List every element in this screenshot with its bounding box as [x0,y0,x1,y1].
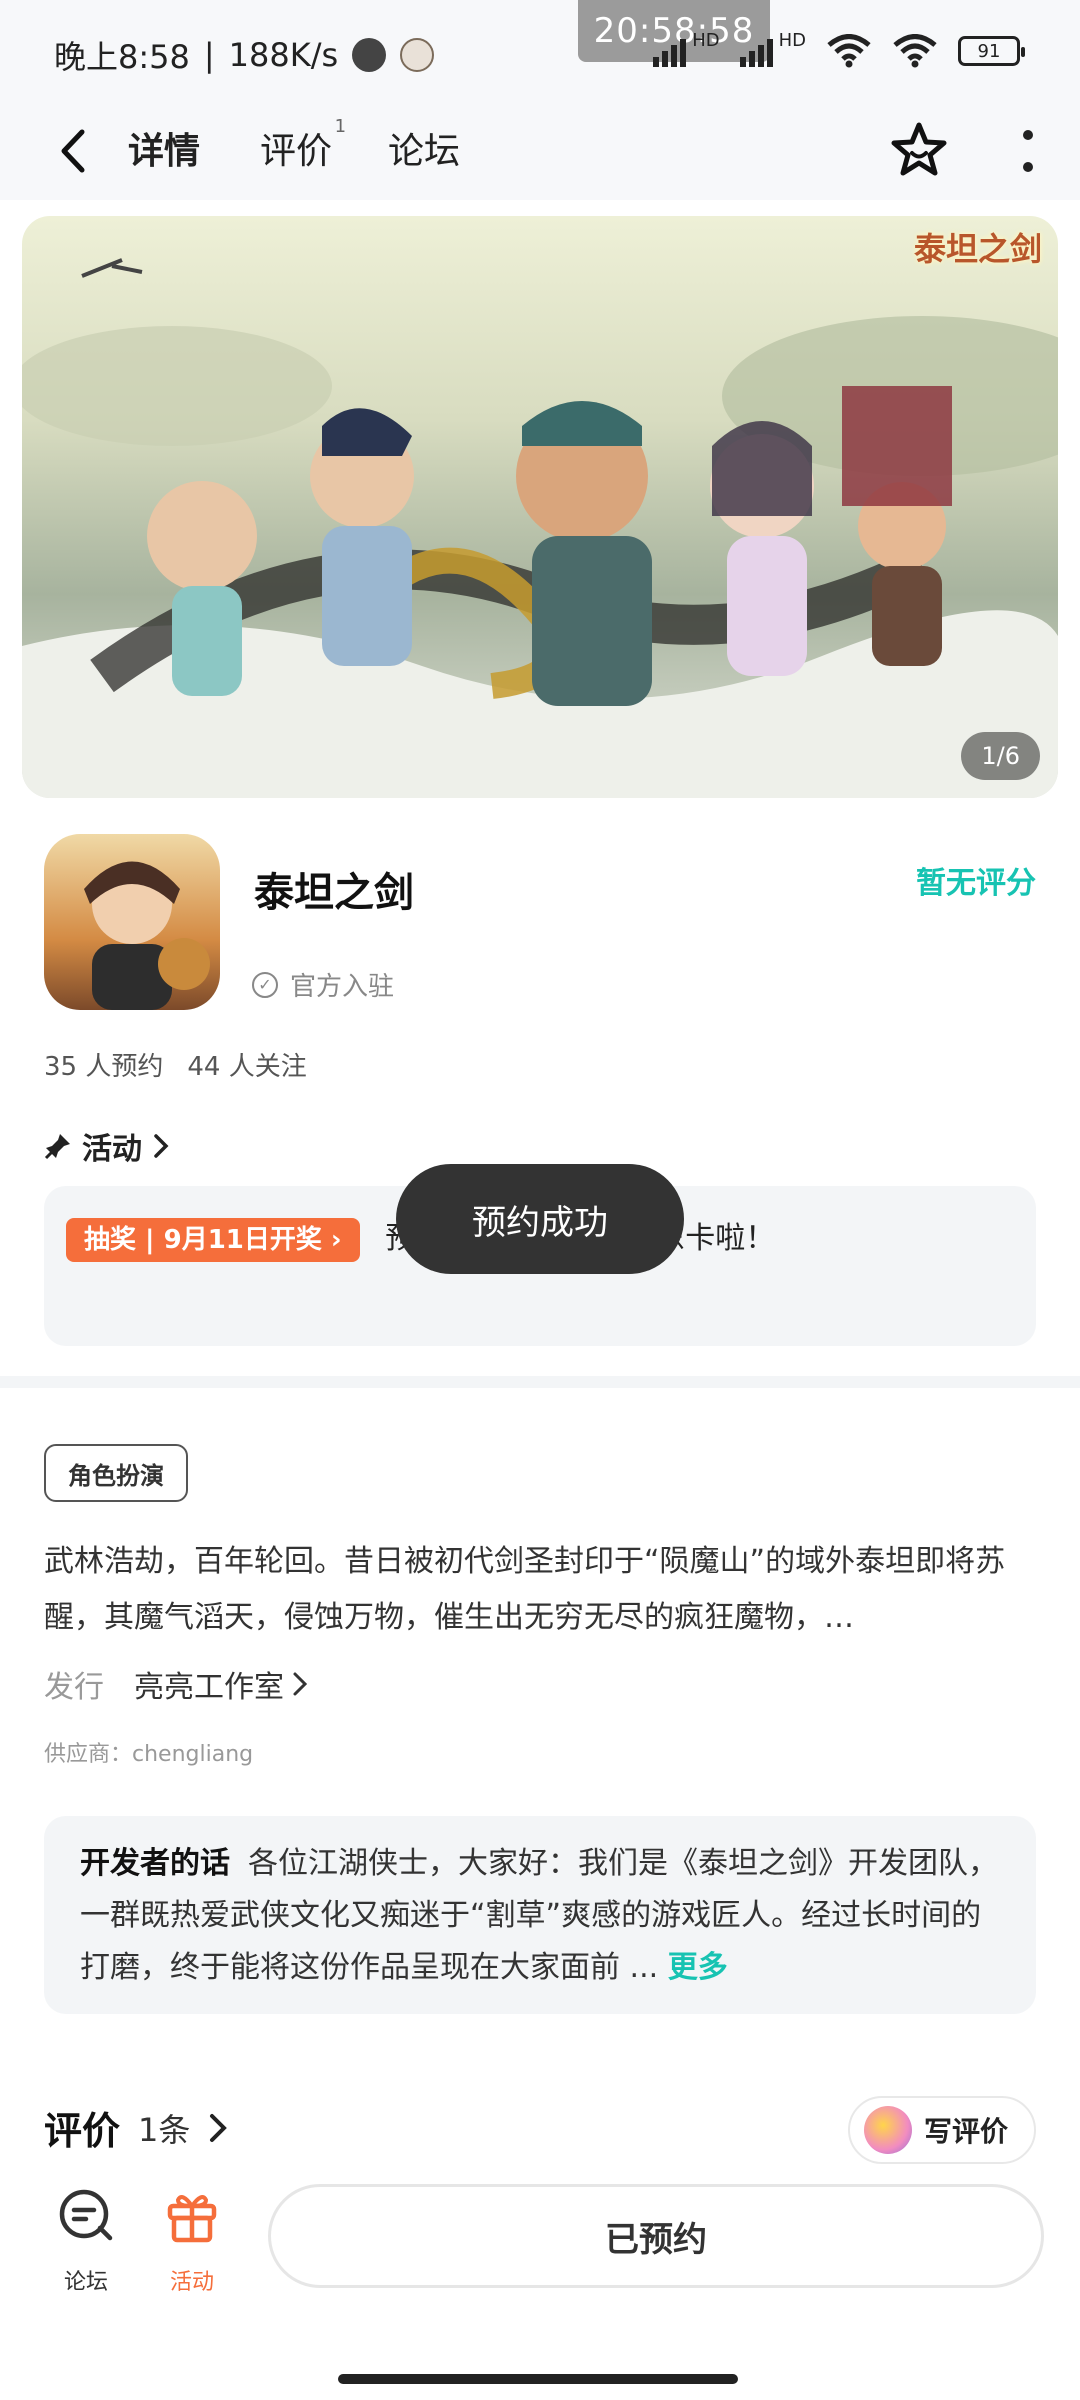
app-stats: 35 人预约 44 人关注 [44,1046,307,1083]
status-bar: 晚上8:58 | 188K/s 20:58:58 HD HD 91 [0,0,1080,100]
network-speed: 188K/s [228,36,339,74]
review-count: 1条 [138,2110,191,2149]
tab-forum[interactable]: 论坛 [388,122,460,174]
developer-note-card[interactable]: 开发者的话 各位江湖侠士，大家好：我们是《泰坦之剑》开发团队，一群既热爱武侠文化又… [44,1816,1036,2014]
status-right: HD HD 91 [653,30,1025,68]
wifi-icon [827,34,871,68]
reservation-count: 35 人预约 [44,1052,164,1082]
more-options-button[interactable] [1018,130,1038,172]
status-left: 晚上8:58 | 188K/s [54,32,435,78]
section-divider [0,1376,1080,1388]
official-badge: ✓ 官方入驻 [252,966,394,1003]
tab-reviews-badge: 1 [334,116,347,137]
publisher-label: 发行 [44,1670,104,1705]
publisher-row[interactable]: 发行 亮亮工作室 [44,1662,308,1706]
top-nav: 详情 评价 1 论坛 [0,100,1080,200]
developer-note-title: 开发者的话 [80,1846,230,1881]
chevron-right-icon [154,1134,169,1158]
star-icon [891,122,947,176]
app-name: 泰坦之剑 [254,870,414,916]
bottom-forum-button[interactable]: 论坛 [46,2186,126,2296]
chevron-right-icon [210,2113,228,2142]
rating-score: 暂无评分 [916,866,1036,901]
signal-icon-2 [739,35,773,67]
activity-section-link[interactable]: 活动 [44,1124,170,1168]
check-circle-icon: ✓ [252,971,278,998]
publisher-name: 亮亮工作室 [134,1670,284,1705]
hd-label-2: HD [778,29,806,51]
chevron-left-icon [61,129,85,173]
bottom-activity-button[interactable]: 活动 [152,2186,232,2296]
battery-icon: 91 [958,36,1025,66]
banner-carousel[interactable]: 泰坦之剑 1/6 [22,216,1058,798]
write-review-button[interactable]: 写评价 [847,2096,1036,2164]
game-description[interactable]: 武林浩劫，百年轮回。昔日被初代剑圣封印于“陨魔山”的域外泰坦即将苏醒，其魔气滔天… [44,1534,1036,1646]
banner-counter: 1/6 [961,732,1040,780]
tab-details[interactable]: 详情 [124,122,218,182]
toast-message: 预约成功 [396,1164,684,1274]
supplier-info: 供应商：chengliang [44,1742,254,1767]
forum-icon [59,2189,113,2241]
home-indicator[interactable] [338,2374,738,2384]
lottery-tag: 抽奖 | 9月11日开奖 › [66,1218,360,1262]
app-icon-art [84,861,210,1010]
favorite-button[interactable] [888,120,950,182]
genre-tag[interactable]: 角色扮演 [44,1444,188,1502]
reserved-button[interactable]: 已预约 [268,2184,1044,2288]
wifi-icon-2 [893,34,937,68]
chevron-right-icon [293,1672,308,1696]
status-time: 晚上8:58 [54,38,190,76]
app-icon [44,834,220,1010]
banner-artwork [22,258,1058,798]
signal-icon-1 [653,35,687,67]
follower-count: 44 人关注 [187,1052,307,1082]
gift-icon [167,2195,217,2243]
pin-icon [44,1134,70,1160]
reviews-section-link[interactable]: 评价 1条 [44,2100,228,2155]
app-notification-icon [400,38,435,72]
banner-logo: 泰坦之剑 [913,230,1042,268]
tab-reviews[interactable]: 评价 1 [260,116,346,174]
more-link[interactable]: 更多 [668,1950,728,1985]
back-button[interactable] [52,126,92,176]
hd-label-1: HD [692,29,720,51]
notification-icon [352,38,387,72]
avatar [863,2106,912,2154]
